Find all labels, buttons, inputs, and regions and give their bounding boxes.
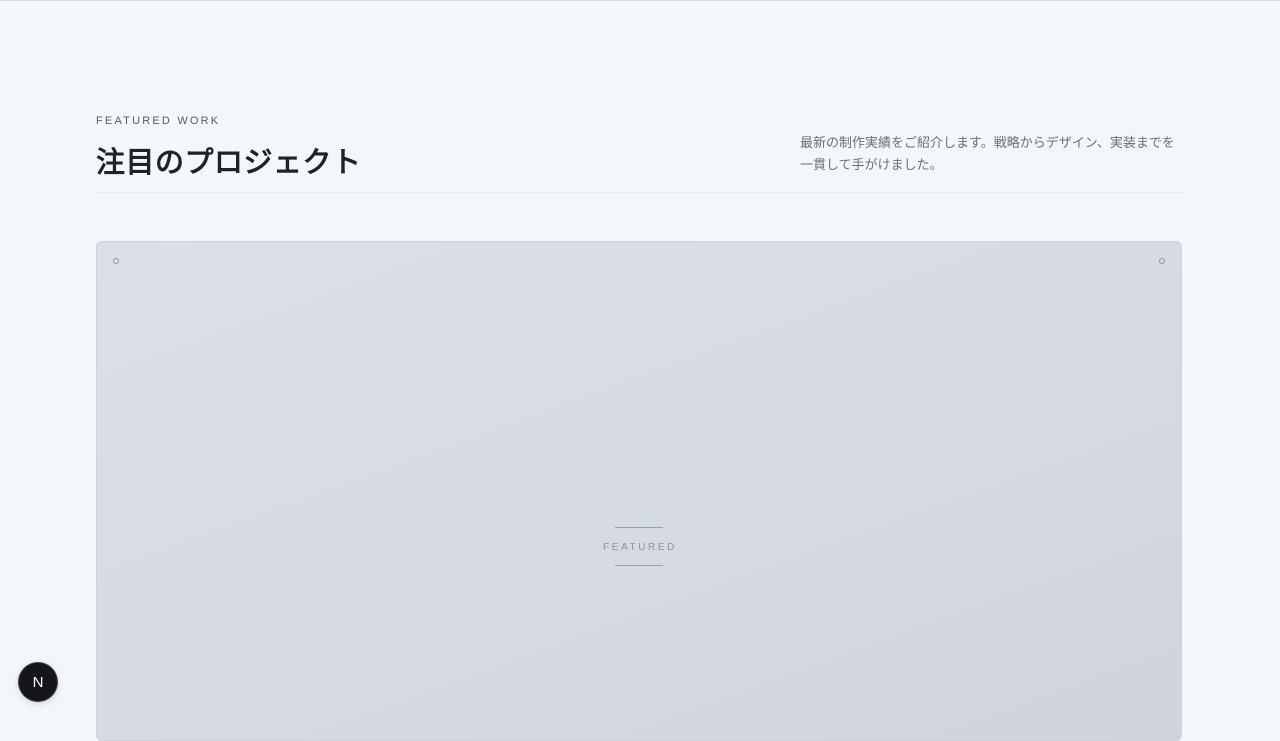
- corner-dot-icon: [1159, 258, 1165, 264]
- featured-mark: FEATURED: [97, 527, 1181, 566]
- featured-line-bottom: [615, 565, 663, 566]
- featured-project-card[interactable]: FEATURED: [96, 241, 1182, 741]
- featured-label: FEATURED: [603, 542, 677, 553]
- nextjs-dev-badge-button[interactable]: N: [19, 663, 57, 701]
- top-border: [0, 0, 1280, 1]
- featured-line-top: [615, 527, 663, 528]
- section-eyebrow: FEATURED WORK: [96, 115, 221, 127]
- corner-dot-icon: [113, 258, 119, 264]
- section-title: 注目のプロジェクト: [96, 145, 362, 179]
- nextjs-logo-icon: N: [32, 673, 44, 691]
- section-header: FEATURED WORK 注目のプロジェクト 最新の制作実績をご紹介します。戦…: [96, 115, 1184, 193]
- section-description: 最新の制作実績をご紹介します。戦略からデザイン、実装までを一貫して手がけました。: [800, 136, 1175, 173]
